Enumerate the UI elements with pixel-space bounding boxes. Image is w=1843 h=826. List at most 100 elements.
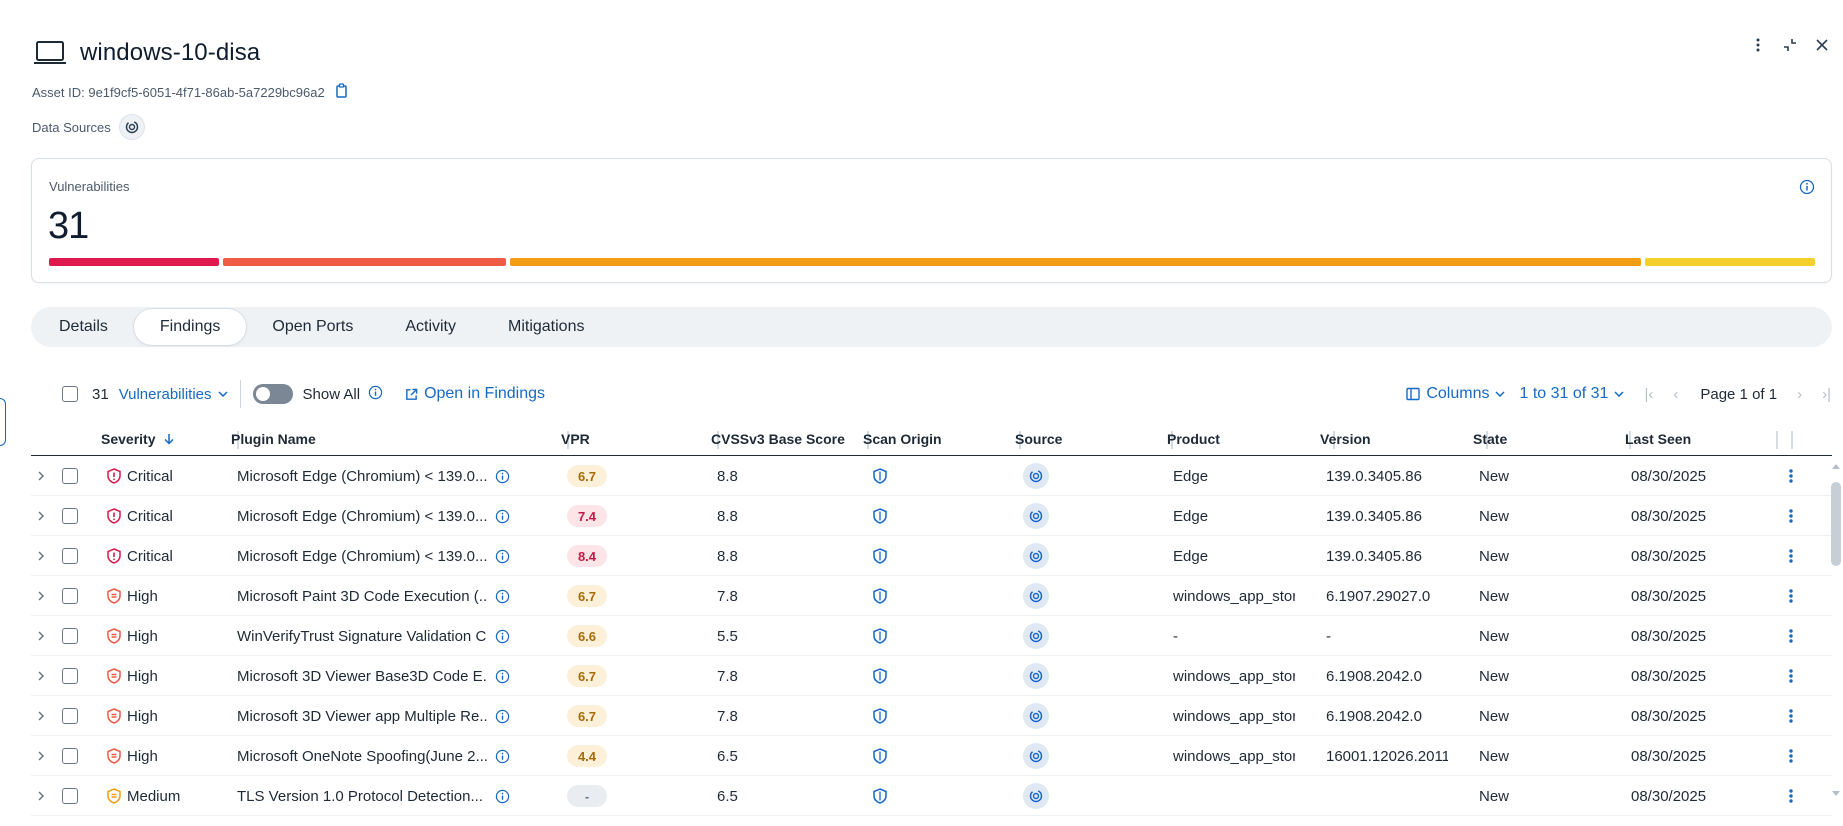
- table-row[interactable]: High Microsoft 3D Viewer Base3D Code E...…: [31, 656, 1832, 696]
- select-all-checkbox[interactable]: [62, 386, 78, 402]
- tab-open-ports[interactable]: Open Ports: [246, 309, 379, 345]
- plugin-info-icon[interactable]: [495, 696, 510, 736]
- plugin-info-icon[interactable]: [495, 536, 510, 576]
- table-row[interactable]: High WinVerifyTrust Signature Validation …: [31, 616, 1832, 656]
- row-checkbox[interactable]: [62, 668, 78, 684]
- sort-descending-icon[interactable]: [163, 433, 175, 445]
- tenable-source-icon[interactable]: [118, 114, 145, 140]
- row-actions-icon[interactable]: [1789, 656, 1793, 696]
- plugin-name-cell[interactable]: Microsoft OneNote Spoofing(June 2...: [237, 736, 487, 776]
- scroll-down-icon[interactable]: [1829, 788, 1843, 800]
- tab-details[interactable]: Details: [33, 309, 134, 345]
- column-divider[interactable]: [1791, 431, 1793, 449]
- expand-row-icon[interactable]: [37, 616, 45, 656]
- plugin-name-cell[interactable]: Microsoft Edge (Chromium) < 139.0....: [237, 496, 487, 536]
- plugin-name-cell[interactable]: Microsoft Edge (Chromium) < 139.0....: [237, 536, 487, 576]
- plugin-info-icon[interactable]: [495, 736, 510, 776]
- tenable-source-icon[interactable]: [1023, 783, 1049, 809]
- tenable-source-icon[interactable]: [1023, 623, 1049, 649]
- plugin-info-icon[interactable]: [495, 776, 510, 816]
- expand-row-icon[interactable]: [37, 656, 45, 696]
- expand-row-icon[interactable]: [37, 696, 45, 736]
- row-checkbox[interactable]: [62, 508, 78, 524]
- tenable-source-icon[interactable]: [1023, 543, 1049, 569]
- column-header-vpr[interactable]: VPR: [561, 422, 719, 456]
- plugin-info-icon[interactable]: [495, 496, 510, 536]
- column-header-state[interactable]: State: [1473, 422, 1631, 456]
- expand-row-icon[interactable]: [37, 776, 45, 816]
- show-all-toggle[interactable]: [252, 384, 293, 404]
- plugin-name-cell[interactable]: TLS Version 1.0 Protocol Detection...: [237, 776, 487, 816]
- table-row[interactable]: Critical Microsoft Edge (Chromium) < 139.…: [31, 456, 1832, 496]
- close-icon[interactable]: [1813, 36, 1831, 54]
- table-scrollbar[interactable]: [1829, 460, 1843, 800]
- more-options-icon[interactable]: [1749, 36, 1767, 54]
- plugin-name-cell[interactable]: Microsoft 3D Viewer app Multiple Re...: [237, 696, 487, 736]
- column-header-version[interactable]: Version: [1320, 422, 1488, 456]
- column-header-severity[interactable]: Severity: [101, 422, 239, 456]
- column-header-scan-origin[interactable]: Scan Origin: [863, 422, 1021, 456]
- row-checkbox[interactable]: [62, 588, 78, 604]
- table-row[interactable]: High Microsoft OneNote Spoofing(June 2...…: [31, 736, 1832, 776]
- plugin-info-icon[interactable]: [495, 456, 510, 496]
- table-row[interactable]: Critical Microsoft Edge (Chromium) < 139.…: [31, 536, 1832, 576]
- row-checkbox[interactable]: [62, 708, 78, 724]
- column-header-source[interactable]: Source: [1015, 422, 1173, 456]
- findings-type-dropdown[interactable]: Vulnerabilities: [119, 386, 228, 403]
- table-row[interactable]: Medium TLS Version 1.0 Protocol Detection…: [31, 776, 1832, 816]
- copy-icon[interactable]: [335, 83, 349, 102]
- tab-activity[interactable]: Activity: [379, 309, 482, 345]
- tenable-source-icon[interactable]: [1023, 703, 1049, 729]
- row-checkbox[interactable]: [62, 748, 78, 764]
- expand-row-icon[interactable]: [37, 736, 45, 776]
- scroll-up-icon[interactable]: [1829, 460, 1843, 472]
- tenable-source-icon[interactable]: [1023, 743, 1049, 769]
- scrollbar-thumb[interactable]: [1831, 482, 1841, 566]
- expand-row-icon[interactable]: [37, 536, 45, 576]
- row-actions-icon[interactable]: [1789, 696, 1793, 736]
- expand-row-icon[interactable]: [37, 576, 45, 616]
- row-actions-icon[interactable]: [1789, 536, 1793, 576]
- tenable-source-icon[interactable]: [1023, 583, 1049, 609]
- last-page-icon[interactable]: ›|: [1822, 386, 1831, 403]
- row-actions-icon[interactable]: [1789, 736, 1793, 776]
- tenable-source-icon[interactable]: [1023, 503, 1049, 529]
- columns-button[interactable]: Columns: [1406, 385, 1506, 403]
- table-row[interactable]: Critical Microsoft Edge (Chromium) < 139.…: [31, 496, 1832, 536]
- tenable-source-icon[interactable]: [1023, 463, 1049, 489]
- row-actions-icon[interactable]: [1789, 456, 1793, 496]
- plugin-name-cell[interactable]: Microsoft Edge (Chromium) < 139.0....: [237, 456, 487, 496]
- previous-page-icon[interactable]: ‹: [1673, 386, 1678, 403]
- first-page-icon[interactable]: |‹: [1644, 386, 1653, 403]
- row-checkbox[interactable]: [62, 468, 78, 484]
- expand-row-icon[interactable]: [37, 456, 45, 496]
- range-dropdown[interactable]: 1 to 31 of 31: [1519, 385, 1624, 403]
- column-header-product[interactable]: Product: [1167, 422, 1335, 456]
- info-icon[interactable]: [1799, 179, 1815, 200]
- open-in-findings-link[interactable]: Open in Findings: [405, 385, 545, 403]
- plugin-info-icon[interactable]: [495, 656, 510, 696]
- expand-row-icon[interactable]: [37, 496, 45, 536]
- table-row[interactable]: High Microsoft Paint 3D Code Execution (.…: [31, 576, 1832, 616]
- plugin-name-cell[interactable]: Microsoft Paint 3D Code Execution (...: [237, 576, 487, 616]
- column-header-cvssv3-base-score[interactable]: CVSSv3 Base Score: [711, 422, 869, 456]
- plugin-name-cell[interactable]: Microsoft 3D Viewer Base3D Code E...: [237, 656, 487, 696]
- plugin-info-icon[interactable]: [495, 616, 510, 656]
- row-checkbox[interactable]: [62, 788, 78, 804]
- tab-mitigations[interactable]: Mitigations: [482, 309, 610, 345]
- table-row[interactable]: High Microsoft 3D Viewer app Multiple Re.…: [31, 696, 1832, 736]
- row-actions-icon[interactable]: [1789, 616, 1793, 656]
- row-checkbox[interactable]: [62, 548, 78, 564]
- collapse-icon[interactable]: [1781, 36, 1799, 54]
- plugin-name-cell[interactable]: WinVerifyTrust Signature Validation C...: [237, 616, 487, 656]
- side-panel-handle[interactable]: [0, 398, 6, 446]
- show-all-info-icon[interactable]: [368, 385, 383, 404]
- row-actions-icon[interactable]: [1789, 576, 1793, 616]
- row-checkbox[interactable]: [62, 628, 78, 644]
- row-actions-icon[interactable]: [1789, 496, 1793, 536]
- row-actions-icon[interactable]: [1789, 776, 1793, 816]
- column-header-last-seen[interactable]: Last Seen: [1625, 422, 1793, 456]
- column-header-plugin-name[interactable]: Plugin Name: [231, 422, 569, 456]
- plugin-info-icon[interactable]: [495, 576, 510, 616]
- tenable-source-icon[interactable]: [1023, 663, 1049, 689]
